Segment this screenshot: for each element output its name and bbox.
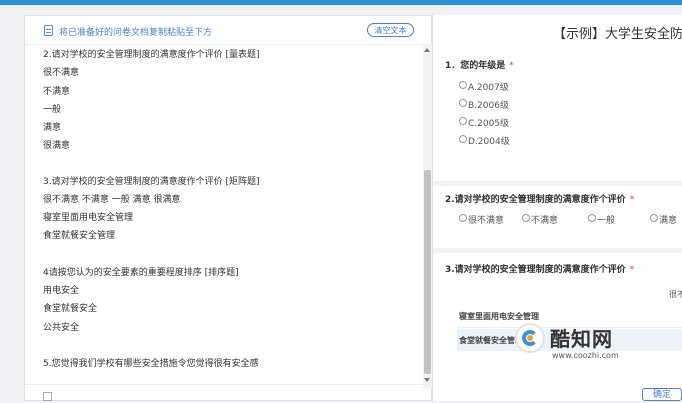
- text-line: 食堂就餐安全管理: [43, 231, 116, 241]
- text-line: 满意: [43, 123, 62, 133]
- question-divider: [433, 248, 682, 253]
- question-3-title: 3.请对学校的安全管理制度的满意度作个评价 *: [445, 262, 634, 275]
- text-line: 寝室里面用电安全管理: [43, 213, 134, 223]
- top-accent-bar: [0, 0, 682, 5]
- clear-text-button[interactable]: 清空文本: [367, 23, 414, 37]
- matrix-row-label: 寝室里面用电安全管理: [459, 312, 539, 321]
- question-1-title: 1．您的年级是 *: [445, 58, 514, 71]
- required-mark: *: [629, 195, 635, 205]
- text-line: 很不满意: [43, 68, 80, 78]
- required-mark: *: [509, 61, 514, 71]
- text-line: 5.您觉得我们学校有哪些安全措施令您觉得很有安全感: [43, 359, 259, 369]
- coozhi-logo-icon: [515, 323, 545, 353]
- watermark-url: www.coozhi.com: [552, 351, 619, 360]
- option-label[interactable]: C.2005级: [468, 116, 509, 129]
- question-2-title: 2.请对学校的安全管理制度的满意度作个评价 *: [445, 192, 634, 205]
- radio-button[interactable]: [650, 214, 658, 222]
- paste-hint: 将已准备好的问卷文档复制粘贴至下方: [59, 28, 213, 38]
- required-mark: *: [629, 265, 635, 275]
- scrollbar-thumb[interactable]: [424, 170, 431, 374]
- option-label[interactable]: 满意: [659, 213, 677, 226]
- matrix-column-header: 很不: [669, 290, 682, 299]
- radio-button[interactable]: [522, 214, 530, 222]
- text-line: 4请按您认为的安全要素的重要程度排序 [排序题]: [43, 268, 239, 278]
- radio-button[interactable]: [459, 117, 467, 125]
- option-label[interactable]: B.2006级: [468, 98, 509, 111]
- text-line: 不满意: [43, 87, 71, 97]
- question-3-text: 3.请对学校的安全管理制度的满意度作个评价: [445, 265, 626, 275]
- watermark: 酷知网 www.coozhi.com: [515, 323, 640, 363]
- scroll-down-arrow-icon[interactable]: [424, 378, 430, 382]
- questionnaire-text-area[interactable]: 2.请对学校的安全管理制度的满意度作个评价 [量表题] 很不满意 不满意 一般 …: [25, 44, 423, 384]
- text-line: 很满意: [43, 141, 71, 151]
- survey-title: 【示例】大学生安全防范: [553, 27, 682, 42]
- text-line: 2.请对学校的安全管理制度的满意度作个评价 [量表题]: [43, 50, 260, 60]
- confirm-button[interactable]: 确定: [642, 388, 682, 401]
- question-2-text: 2.请对学校的安全管理制度的满意度作个评价: [445, 195, 626, 205]
- text-import-panel: 将已准备好的问卷文档复制粘贴至下方 清空文本 2.请对学校的安全管理制度的满意度…: [24, 15, 432, 401]
- option-label[interactable]: A.2007级: [468, 80, 509, 93]
- document-icon: [44, 25, 53, 36]
- text-line: 食堂就餐安全: [43, 304, 98, 314]
- option-label[interactable]: D.2004级: [468, 134, 510, 147]
- option-label[interactable]: 不满意: [531, 213, 558, 226]
- radio-button[interactable]: [459, 214, 467, 222]
- question-divider: [433, 181, 682, 186]
- text-line: 用电安全: [43, 286, 80, 296]
- scroll-up-arrow-icon[interactable]: [424, 48, 430, 52]
- text-line: 3.请对学校的安全管理制度的满意度作个评价 [矩阵题]: [43, 177, 260, 187]
- editor-header: 将已准备好的问卷文档复制粘贴至下方 清空文本: [25, 16, 431, 45]
- radio-button[interactable]: [459, 135, 467, 143]
- editor-footer: [25, 384, 431, 403]
- editor-scrollbar[interactable]: [423, 44, 432, 388]
- text-line: 一般: [43, 105, 62, 115]
- radio-button[interactable]: [459, 99, 467, 107]
- option-label[interactable]: 一般: [597, 213, 615, 226]
- radio-button[interactable]: [588, 214, 596, 222]
- option-label[interactable]: 很不满意: [468, 213, 504, 226]
- matrix-row-label: 食堂就餐安全管理: [459, 336, 523, 345]
- text-line: 很不满意 不满意 一般 满意 很满意: [43, 195, 181, 205]
- question-1-text: 1．您的年级是: [445, 61, 506, 71]
- radio-button[interactable]: [459, 81, 467, 89]
- footer-checkbox[interactable]: [43, 392, 52, 401]
- watermark-name: 酷知网: [550, 327, 613, 351]
- text-line: 公共安全: [43, 323, 80, 333]
